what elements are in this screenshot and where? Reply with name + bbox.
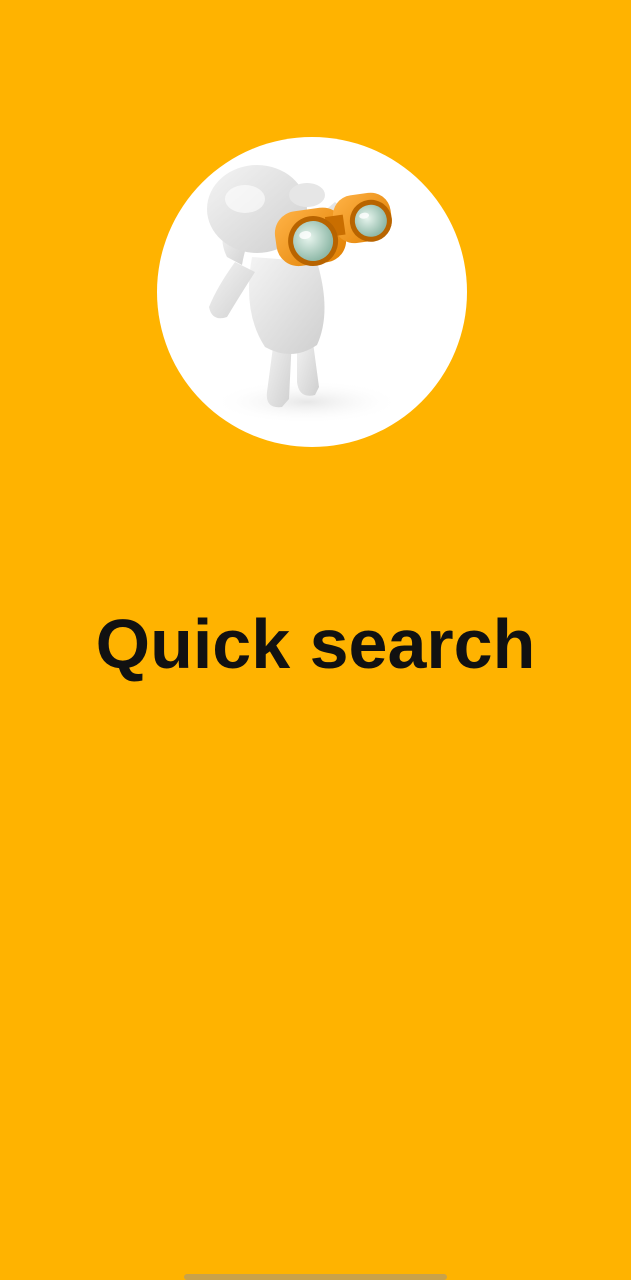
onboarding-screen: Quick search: [0, 0, 631, 1280]
binoculars-figure-icon: [207, 165, 402, 424]
illustration-circle: [157, 137, 467, 447]
home-indicator[interactable]: [184, 1274, 447, 1280]
onboarding-title: Quick search: [95, 605, 536, 683]
